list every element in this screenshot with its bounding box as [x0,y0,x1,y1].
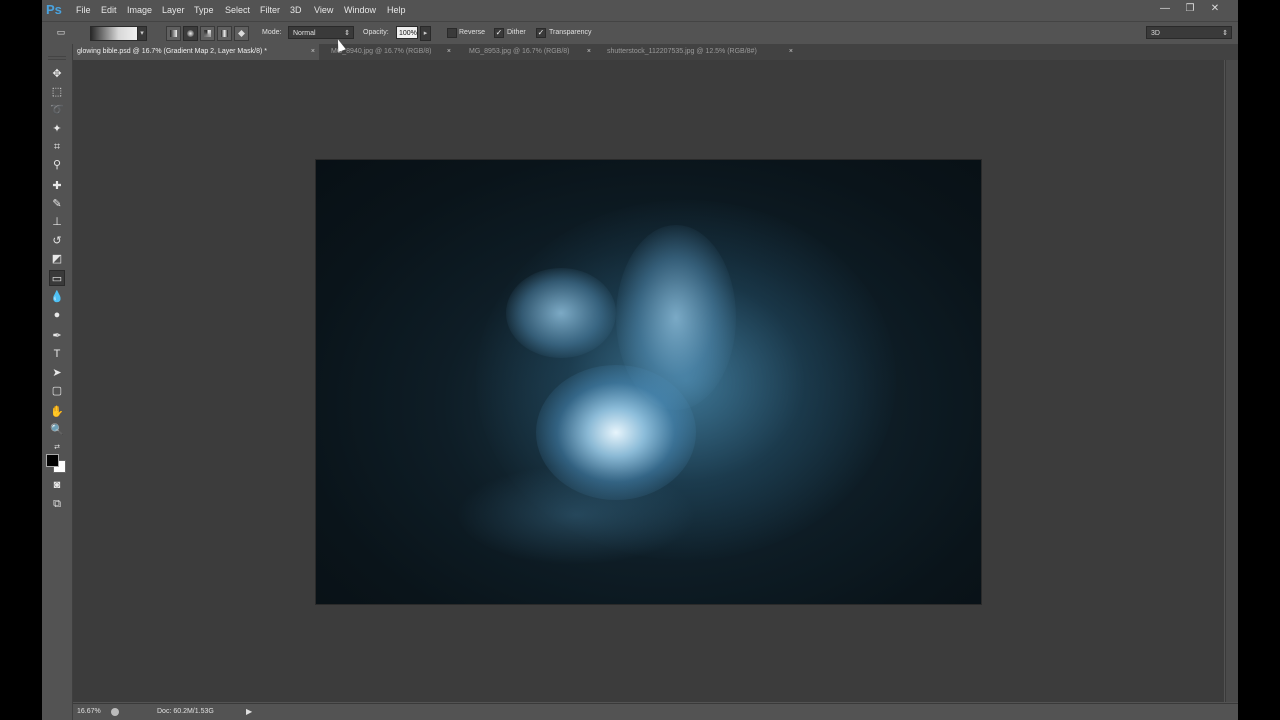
screen-mode-icon[interactable]: ⧉ [49,496,65,512]
status-info-icon[interactable] [111,708,119,716]
menu-image[interactable]: Image [127,4,152,16]
diamond-gradient-button[interactable] [234,26,249,41]
workspace-switcher[interactable]: 3D ⇕ [1146,26,1232,39]
tab-shutterstock[interactable]: shutterstock_112207535.jpg @ 12.5% (RGB/… [603,44,797,60]
menu-select[interactable]: Select [225,4,250,16]
angle-gradient-button[interactable] [200,26,215,41]
marquee-tool-icon[interactable]: ⬚ [49,84,65,100]
quick-select-tool-icon[interactable]: ✦ [49,121,65,137]
canvas-scrollbar[interactable] [1225,60,1238,702]
photoshop-window: Ps File Edit Image Layer Type Select Fil… [42,0,1238,720]
eyedropper-tool-icon[interactable]: ⚲ [49,157,65,173]
menu-view[interactable]: View [314,4,333,16]
tab-label: MG_8953.jpg @ 16.7% (RGB/8) [469,48,570,55]
opacity-slider-dropdown[interactable]: ▸ [420,26,431,41]
eraser-tool-icon[interactable]: ◩ [49,251,65,267]
document-tab-bar: glowing bible.psd @ 16.7% (Gradient Map … [73,44,1238,60]
gradient-picker-dropdown[interactable]: ▾ [137,26,147,41]
zoom-level[interactable]: 16.67% [77,707,101,717]
history-brush-tool-icon[interactable]: ↺ [49,233,65,249]
healing-brush-tool-icon[interactable]: ✚ [49,178,65,194]
menu-help[interactable]: Help [387,4,406,16]
transparency-checkbox[interactable]: ✓ [536,28,546,38]
status-menu-arrow-icon[interactable]: ▶ [246,707,252,717]
dither-checkbox[interactable]: ✓ [494,28,504,38]
move-tool-icon[interactable]: ✥ [49,66,65,82]
status-bar: 16.67% Doc: 60.2M/1.53G ▶ [73,703,1238,720]
figure-hand [506,268,616,358]
menu-window[interactable]: Window [344,4,376,16]
radial-gradient-button[interactable] [183,26,198,41]
type-tool-icon[interactable]: T [49,346,65,362]
document-image[interactable] [316,160,981,604]
reverse-checkbox[interactable] [447,28,457,38]
close-icon[interactable]: × [311,44,315,60]
panel-grip[interactable] [48,56,66,60]
tab-mg-8953[interactable]: MG_8953.jpg @ 16.7% (RGB/8) × [465,44,595,60]
menu-filter[interactable]: Filter [260,4,280,16]
tab-glowing-bible[interactable]: glowing bible.psd @ 16.7% (Gradient Map … [73,44,319,60]
shape-tool-icon[interactable]: ▢ [49,383,65,399]
chevron-down-icon: ⇕ [344,30,350,37]
zoom-tool-icon[interactable]: 🔍 [49,422,65,438]
mode-select[interactable]: Normal ⇕ [288,26,354,39]
dither-label: Dither [507,29,526,36]
close-icon[interactable]: × [447,44,451,60]
options-bar: ▭ ▾ Mode: Normal ⇕ Opacity: 100% ▸ Rever… [42,21,1238,45]
close-icon[interactable]: × [587,44,591,60]
transparency-label: Transparency [549,29,592,36]
quick-mask-icon[interactable]: ◙ [49,477,65,493]
close-icon[interactable]: × [789,44,793,60]
restore-button[interactable]: ❐ [1181,2,1199,16]
mode-value: Normal [293,30,316,37]
gradient-preview[interactable] [90,26,138,41]
menu-file[interactable]: File [76,4,91,16]
chevron-down-icon: ⇕ [1222,30,1228,37]
menu-type[interactable]: Type [194,4,214,16]
reflected-gradient-button[interactable] [217,26,232,41]
close-window-button[interactable]: ✕ [1206,2,1224,16]
path-selection-tool-icon[interactable]: ➤ [49,365,65,381]
tab-label: shutterstock_112207535.jpg @ 12.5% (RGB/… [607,48,757,55]
opacity-input[interactable]: 100% [396,26,418,39]
brush-tool-icon[interactable]: ✎ [49,196,65,212]
menu-edit[interactable]: Edit [101,4,117,16]
photoshop-logo: Ps [46,2,62,17]
workspace-value: 3D [1151,30,1160,37]
lasso-tool-icon[interactable]: ➰ [49,102,65,118]
menu-bar: Ps File Edit Image Layer Type Select Fil… [42,0,1238,20]
book-lower-glow [456,465,696,565]
opacity-label: Opacity: [363,29,389,36]
tab-mg-8940[interactable]: MG_8940.jpg @ 16.7% (RGB/8) × [327,44,455,60]
linear-gradient-button[interactable] [166,26,181,41]
pen-tool-icon[interactable]: ✒ [49,328,65,344]
gradient-tool-icon[interactable]: ▭ [49,270,65,286]
foreground-color-swatch[interactable] [46,454,59,467]
dodge-tool-icon[interactable]: ● [49,307,65,323]
menu-layer[interactable]: Layer [162,4,185,16]
crop-tool-icon[interactable]: ⌗ [49,139,65,155]
minimize-button[interactable]: — [1156,2,1174,16]
document-size-info: Doc: 60.2M/1.53G [157,708,214,715]
blur-tool-icon[interactable]: 💧 [49,289,65,305]
mode-label: Mode: [262,29,282,36]
tab-label: glowing bible.psd @ 16.7% (Gradient Map … [77,48,267,55]
canvas-area[interactable] [73,60,1224,702]
menu-3d[interactable]: 3D [290,4,302,16]
clone-stamp-tool-icon[interactable]: ⊥ [49,214,65,230]
tools-panel: ✥ ⬚ ➰ ✦ ⌗ ⚲ ✚ ✎ ⊥ ↺ ◩ ▭ 💧 ● ✒ T ➤ ▢ ✋ 🔍 … [42,44,73,720]
hand-tool-icon[interactable]: ✋ [49,404,65,420]
reverse-label: Reverse [459,29,486,36]
gradient-tool-preset-icon[interactable]: ▭ [54,25,68,39]
